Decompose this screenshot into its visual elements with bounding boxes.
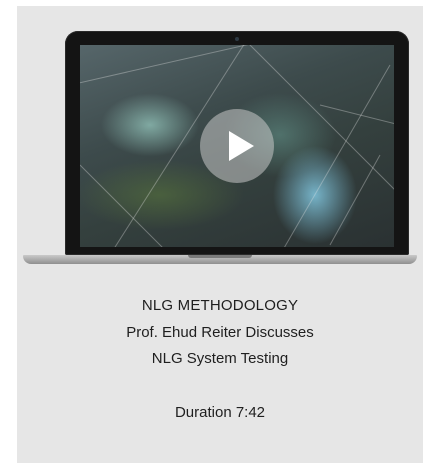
laptop-frame xyxy=(65,31,409,255)
play-button[interactable] xyxy=(200,109,274,183)
video-duration: Duration 7:42 xyxy=(174,404,266,421)
video-title: NLG METHODOLOGY xyxy=(141,297,299,314)
video-subtitle-line2: NLG System Testing xyxy=(151,350,289,367)
video-thumbnail[interactable] xyxy=(80,45,394,247)
video-card: NLG METHODOLOGY Prof. Ehud Reiter Discus… xyxy=(17,6,423,463)
laptop-notch xyxy=(188,255,252,258)
camera-dot xyxy=(235,37,239,41)
laptop-base xyxy=(23,255,417,264)
video-subtitle-line1: Prof. Ehud Reiter Discusses xyxy=(126,324,314,341)
play-icon xyxy=(229,131,254,161)
